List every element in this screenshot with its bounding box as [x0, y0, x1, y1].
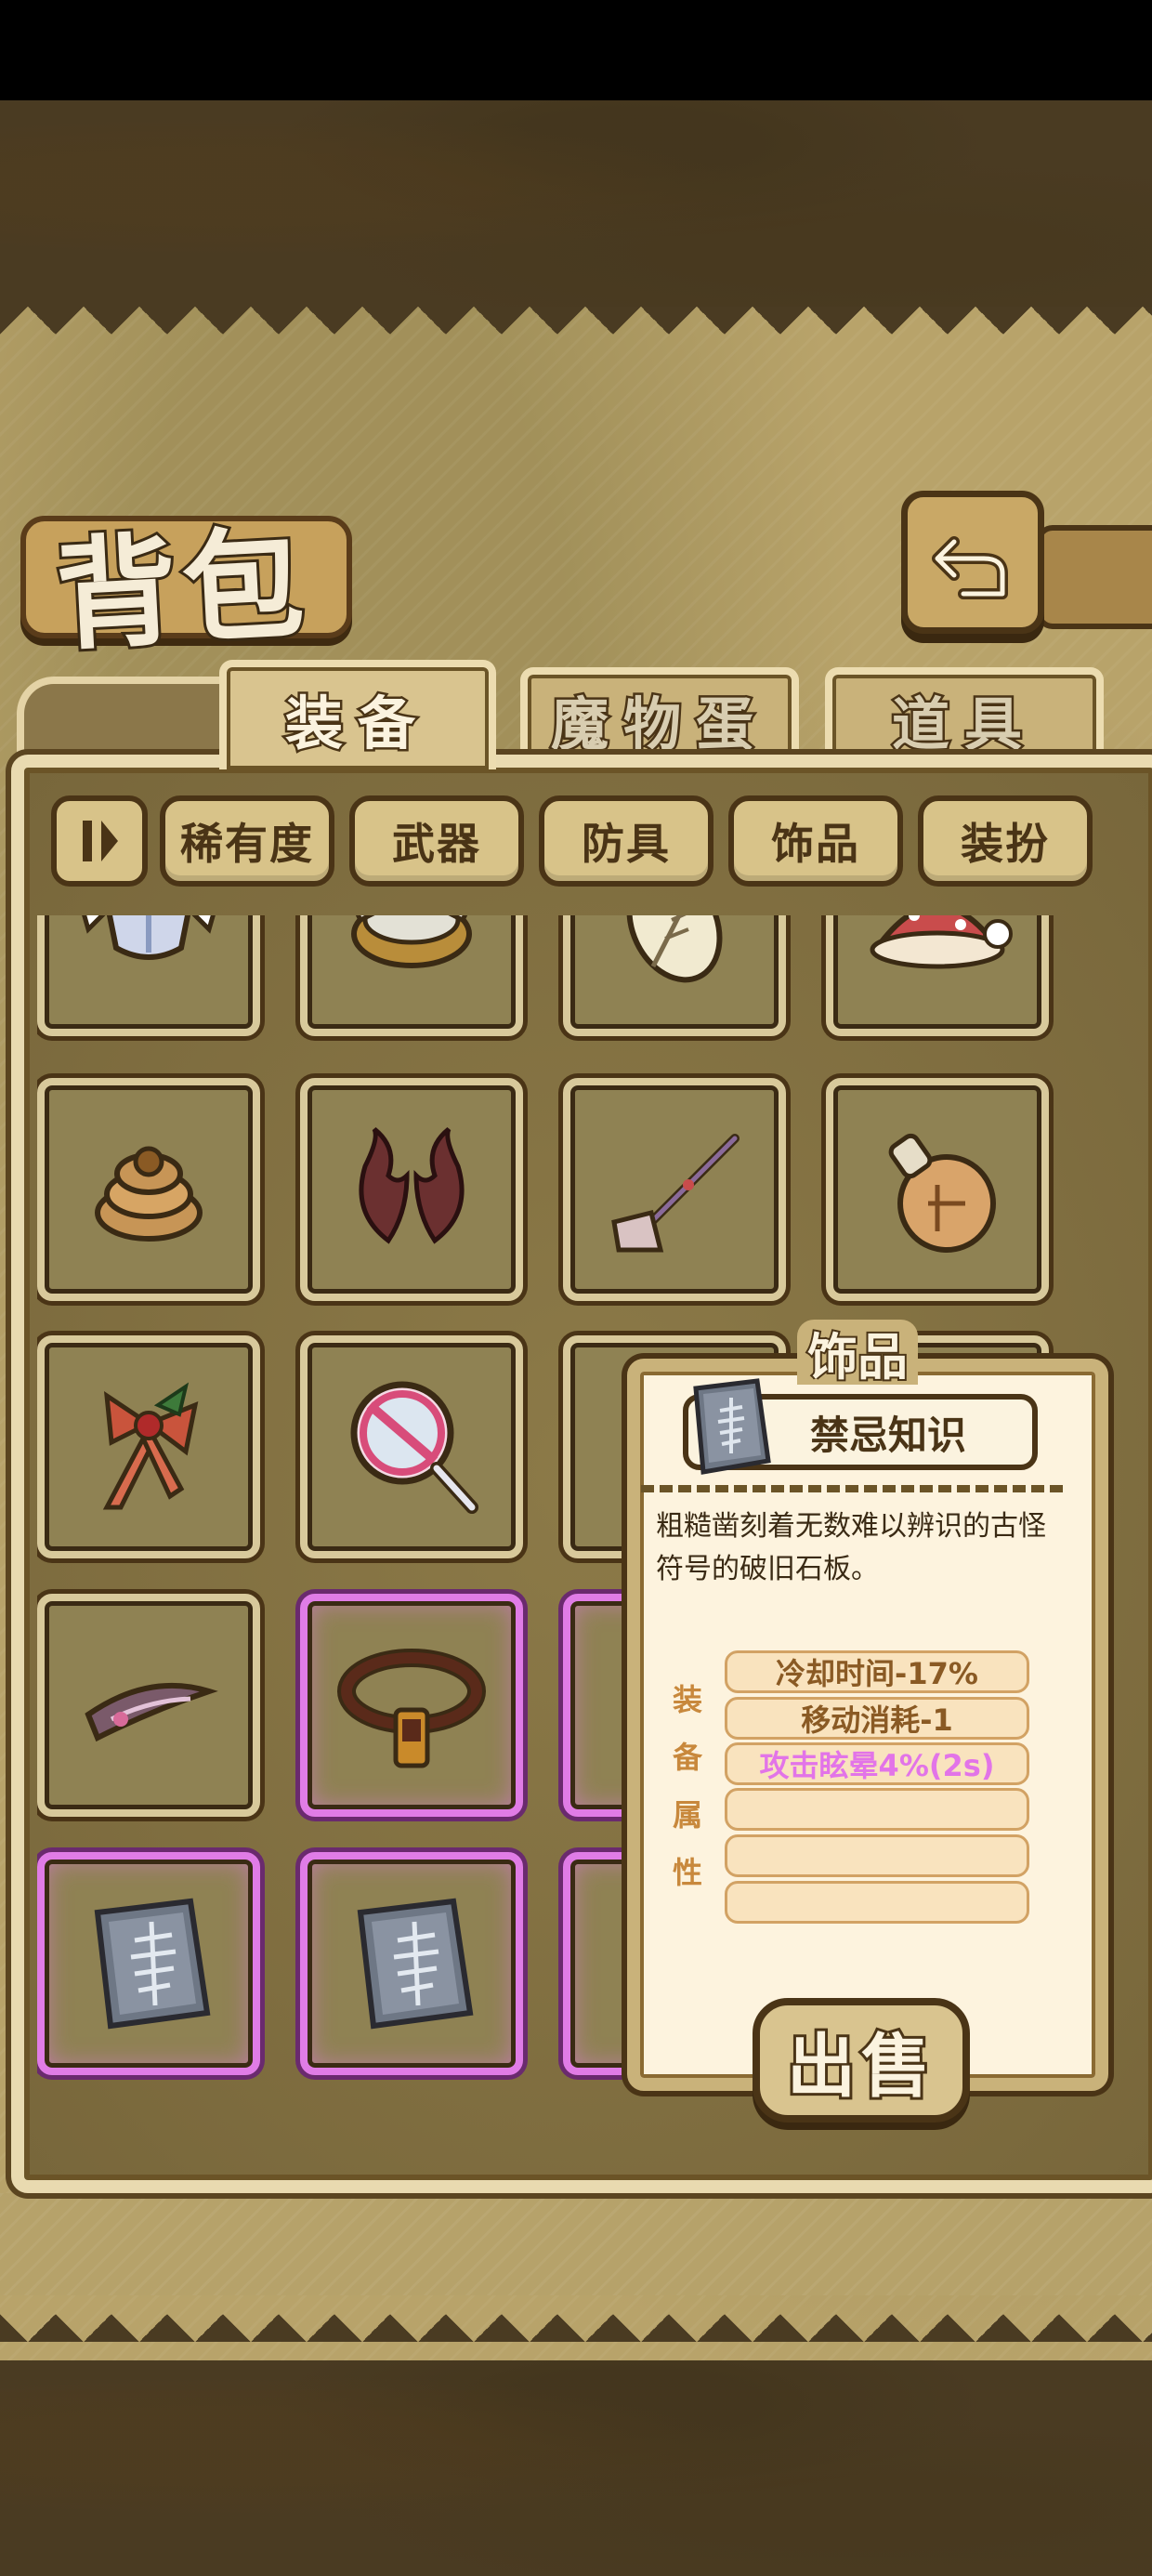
status-bar	[0, 0, 1152, 100]
stone-tablet-icon	[693, 1378, 771, 1475]
inventory-slot[interactable]	[300, 1594, 523, 1817]
item-name: 禁忌知识	[809, 1412, 966, 1458]
inventory-slot[interactable]	[300, 1078, 523, 1301]
attr-label-char: 属	[672, 1797, 702, 1833]
back-button-bar	[1036, 525, 1152, 629]
antlers-icon	[359, 1127, 465, 1244]
filter-weapon-button[interactable]: 武器	[349, 795, 524, 887]
inventory-slot[interactable]	[826, 1078, 1049, 1301]
filter-label: 饰品	[771, 819, 860, 869]
tab-label: 道具	[889, 689, 1037, 761]
attribute-row: 攻击眩晕4%(2s)	[725, 1742, 1029, 1785]
filter-armor-button[interactable]: 防具	[539, 795, 713, 887]
hair-clip-icon	[85, 1682, 218, 1742]
filter-rarity-button[interactable]: 稀有度	[160, 795, 334, 887]
map-background-top	[0, 100, 1152, 316]
attr-label-char: 备	[672, 1740, 702, 1775]
attribute-row	[725, 1834, 1029, 1877]
sort-toggle-button[interactable]	[51, 795, 148, 887]
back-button[interactable]	[901, 491, 1044, 634]
inventory-slot[interactable]	[563, 915, 786, 1036]
torn-edge-top	[0, 307, 1152, 362]
attribute-row: 冷却时间-17%	[725, 1650, 1029, 1693]
filter-label: 防具	[582, 819, 671, 869]
belt-icon	[337, 1649, 486, 1768]
return-arrow-icon	[932, 536, 1008, 599]
horned-helmet-icon	[351, 915, 472, 968]
red-hat-icon	[870, 915, 1013, 969]
inventory-slot[interactable]	[37, 1852, 260, 2075]
inventory-slot[interactable]	[37, 1335, 260, 1558]
item-description: 粗糙凿刻着无数难以辨识的古怪符号的破旧石板。	[656, 1510, 1046, 1585]
attribute-row: 移动消耗-1	[725, 1697, 1029, 1740]
gourd-bottle-icon	[888, 1133, 996, 1253]
stone-tablet-icon	[94, 1898, 211, 2030]
game-screen: 背包 魔物蛋 道具 装备 稀有度 武器 防具 饰品 装扮 饰品 禁忌知识 粗糙凿…	[0, 0, 1152, 2576]
rope-coil-icon	[95, 1146, 203, 1242]
torn-edge-bottom	[0, 2286, 1152, 2342]
inventory-slot[interactable]	[300, 1852, 523, 2075]
attr-label-char: 装	[672, 1682, 702, 1717]
attribute-row	[725, 1788, 1029, 1831]
tab-label: 魔物蛋	[548, 689, 768, 761]
sell-button-label: 出售	[784, 2024, 936, 2109]
inventory-slot[interactable]	[37, 1078, 260, 1301]
holly-ribbon-icon	[102, 1382, 199, 1510]
inventory-slot[interactable]	[37, 1594, 260, 1817]
inventory-slot[interactable]	[37, 915, 260, 1036]
filter-label: 武器	[392, 819, 481, 869]
inventory-slot[interactable]	[300, 915, 523, 1036]
item-category-label: 饰品	[805, 1326, 910, 1388]
filter-accessory-button[interactable]: 饰品	[728, 795, 903, 887]
sort-toggle-icon	[83, 821, 118, 861]
filter-label: 装扮	[961, 819, 1050, 869]
map-background-bottom	[0, 2360, 1152, 2576]
filter-label: 稀有度	[180, 819, 314, 869]
leaf-badge-icon	[626, 915, 723, 983]
parchment-lower-band	[0, 2193, 1152, 2295]
tab-items[interactable]: 道具	[825, 667, 1104, 764]
inventory-slot[interactable]	[826, 915, 1049, 1036]
winged-helmet-icon	[82, 915, 216, 960]
filter-costume-button[interactable]: 装扮	[918, 795, 1093, 887]
sell-button[interactable]: 出售	[753, 1998, 970, 2123]
stone-tablet-icon	[357, 1898, 474, 2030]
attr-label-char: 性	[672, 1855, 702, 1890]
detail-divider	[641, 1485, 1068, 1492]
tab-label: 装备	[282, 688, 430, 760]
item-category: 饰品	[797, 1320, 918, 1388]
magnifier-no-icon	[350, 1381, 478, 1514]
inventory-slot[interactable]	[300, 1335, 523, 1558]
page-title: 背包	[50, 509, 316, 670]
tab-monster-egg[interactable]: 魔物蛋	[520, 667, 799, 764]
attribute-row	[725, 1881, 1029, 1924]
staff-shovel-icon	[611, 1134, 740, 1253]
inventory-slot[interactable]	[563, 1078, 786, 1301]
tab-equipment[interactable]: 装备	[219, 660, 496, 769]
